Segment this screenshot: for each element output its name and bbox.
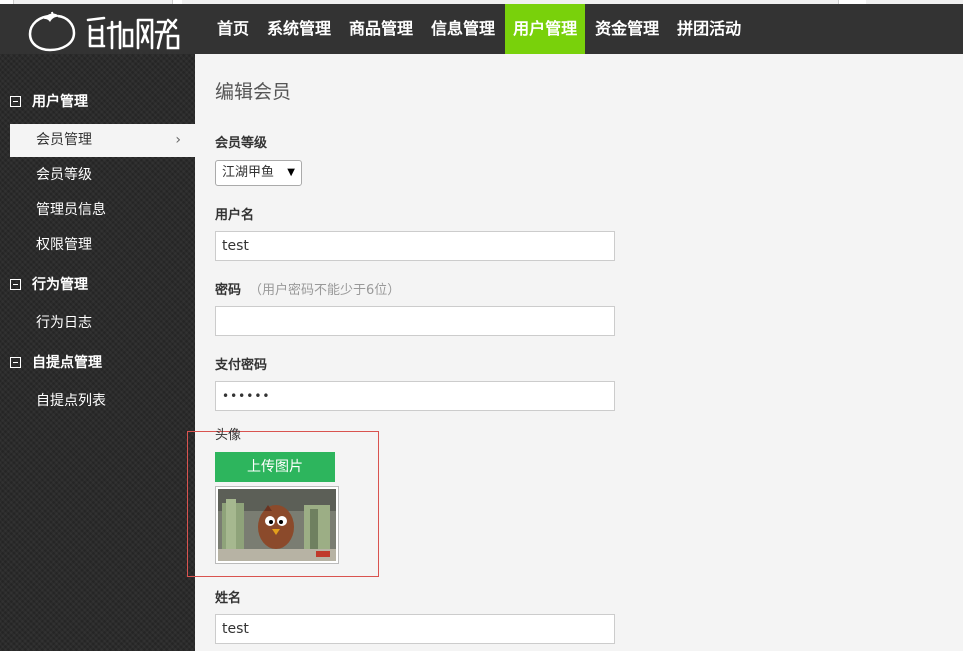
sidebar-item-label: 管理员信息 (36, 202, 106, 218)
username-input[interactable]: test (215, 231, 615, 261)
page-title: 编辑会员 (215, 81, 292, 103)
pay-password-input[interactable]: •••••• (215, 381, 615, 411)
name-label: 姓名 (215, 591, 242, 606)
password-hint: （用户密码不能少于6位） (249, 283, 401, 298)
level-label: 会员等级 (215, 136, 268, 151)
avatar-label: 头像 (215, 428, 242, 443)
sidebar-group-label: 用户管理 (32, 94, 88, 110)
avatar-preview[interactable] (215, 486, 339, 564)
sidebar-item-members[interactable]: 会员管理 › (10, 124, 195, 157)
sidebar-item-label: 权限管理 (36, 237, 92, 253)
sidebar-group-label: 行为管理 (32, 277, 88, 293)
sidebar-item-label: 会员等级 (36, 167, 92, 183)
sidebar-group-pickup[interactable]: 自提点管理 (10, 352, 102, 372)
sidebar-group-behavior[interactable]: 行为管理 (10, 274, 88, 294)
nav-finance[interactable]: 资金管理 (587, 4, 667, 54)
password-label-text: 密码 (215, 283, 242, 298)
nav-system[interactable]: 系统管理 (259, 4, 339, 54)
nav-home[interactable]: 首页 (209, 4, 257, 54)
sidebar-item-label: 自提点列表 (36, 393, 106, 409)
nav-users[interactable]: 用户管理 (505, 4, 586, 54)
sidebar-item-permissions[interactable]: 权限管理 (10, 229, 195, 262)
collapse-icon[interactable] (10, 95, 21, 107)
brand-logo[interactable] (28, 8, 188, 52)
sidebar-item-label: 会员管理 (36, 132, 92, 148)
main-content: 编辑会员 会员等级 江湖甲鱼 ▼ 用户名 test 密码 （用户密码不能少于6位）… (187, 54, 963, 651)
select-value: 江湖甲鱼 (222, 165, 275, 180)
sidebar-item-admin-info[interactable]: 管理员信息 (10, 194, 195, 227)
sidebar-item-behavior-log[interactable]: 行为日志 (10, 307, 195, 340)
upload-image-button[interactable]: 上传图片 (215, 452, 335, 482)
password-label: 密码 （用户密码不能少于6位） (215, 279, 400, 298)
nav-groupbuy[interactable]: 拼团活动 (669, 4, 749, 54)
collapse-icon[interactable] (10, 356, 21, 368)
sidebar-item-pickup-list[interactable]: 自提点列表 (10, 385, 195, 418)
username-label: 用户名 (215, 208, 255, 223)
chevron-right-icon: › (175, 132, 181, 148)
tomato-logo-icon (28, 11, 180, 52)
nav-info[interactable]: 信息管理 (423, 4, 503, 54)
pay-password-label: 支付密码 (215, 358, 268, 373)
sidebar-group-users[interactable]: 用户管理 (10, 91, 88, 111)
password-input[interactable] (215, 306, 615, 336)
member-level-select[interactable]: 江湖甲鱼 ▼ (215, 160, 302, 186)
sidebar: 用户管理 会员管理 › 会员等级 管理员信息 权限管理 行为管理 行为日志 自提… (0, 54, 195, 651)
top-header: 首页 系统管理 商品管理 信息管理 用户管理 资金管理 拼团活动 (0, 4, 963, 54)
nav-goods[interactable]: 商品管理 (341, 4, 421, 54)
name-input[interactable]: test (215, 614, 615, 644)
collapse-icon[interactable] (10, 278, 21, 290)
sidebar-item-label: 行为日志 (36, 315, 92, 331)
main-nav: 首页 系统管理 商品管理 信息管理 用户管理 资金管理 拼团活动 (209, 4, 751, 54)
sidebar-item-member-levels[interactable]: 会员等级 (10, 159, 195, 192)
sidebar-group-label: 自提点管理 (32, 355, 102, 371)
dropdown-arrow-icon: ▼ (287, 167, 295, 178)
avatar-image (218, 489, 336, 561)
